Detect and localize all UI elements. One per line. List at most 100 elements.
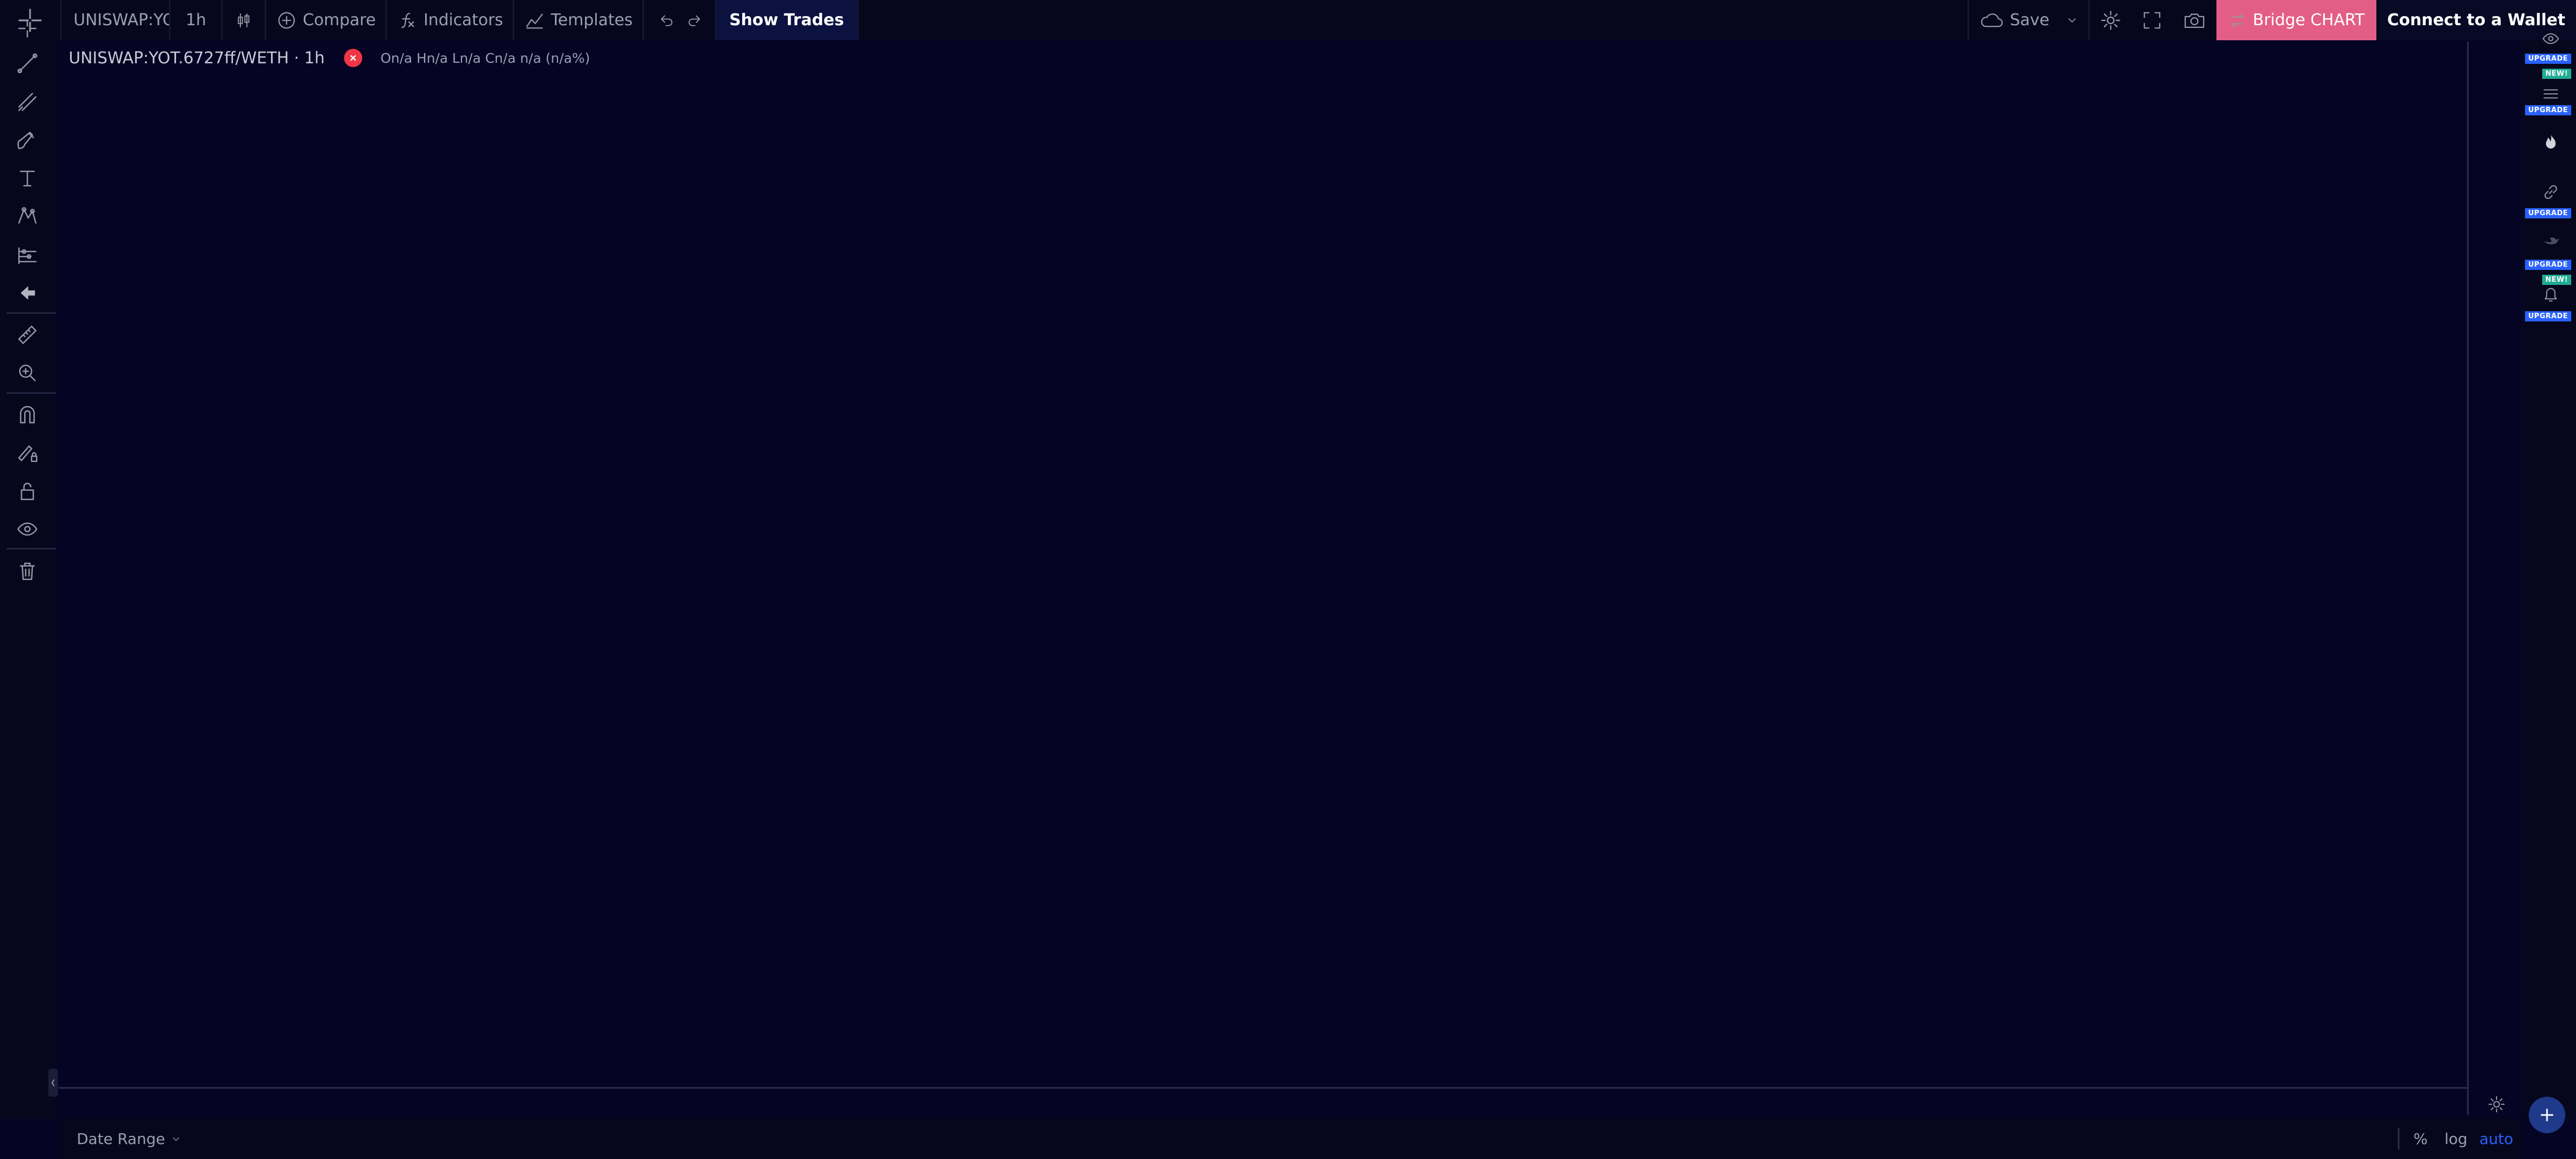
redo-icon — [689, 15, 700, 26]
upgrade-badge[interactable]: UPGRADE — [2525, 54, 2571, 64]
save-button[interactable]: Save — [1969, 0, 2088, 40]
watchlist-button[interactable] — [2541, 29, 2560, 48]
toolbar-divider — [6, 548, 56, 549]
axis-settings-button[interactable] — [2487, 1095, 2506, 1114]
trash-icon — [20, 562, 35, 580]
collapse-toolbar-button[interactable] — [48, 1069, 58, 1097]
magnet-icon — [20, 406, 35, 423]
crosshair-tool[interactable] — [12, 13, 43, 44]
top-toolbar: UNISWAP:YOT.6727ff/WETH 1h Compare Indic… — [0, 0, 2576, 40]
whale-icon — [2544, 237, 2560, 245]
eye-icon — [2542, 33, 2559, 45]
trending-button[interactable] — [2541, 132, 2560, 151]
fib-tool[interactable] — [12, 86, 43, 118]
interval-label: 1h — [186, 11, 207, 30]
close-icon — [350, 55, 356, 61]
auto-scale-button[interactable]: auto — [2479, 1130, 2513, 1148]
alert-icon — [2544, 288, 2557, 302]
magnet-tool[interactable] — [12, 399, 43, 430]
hide-drawings-tool[interactable] — [12, 514, 43, 545]
symbol-label: UNISWAP:YOT.6727ff/WETH — [74, 11, 169, 30]
remove-drawings-tool[interactable] — [12, 555, 43, 586]
link-icon — [2544, 185, 2557, 199]
upgrade-badge[interactable]: UPGRADE — [2525, 260, 2571, 270]
alerts-widget-button[interactable] — [2541, 284, 2560, 304]
lock-drawing-icon — [18, 445, 38, 462]
camera-icon — [2184, 13, 2205, 28]
remove-series-button[interactable] — [343, 49, 362, 67]
lock-icon — [20, 482, 34, 500]
wallet-label: Connect to a Wallet — [2387, 11, 2565, 30]
chevron-down-icon — [171, 1134, 181, 1145]
chevron-down-icon — [2066, 14, 2079, 27]
date-range-button[interactable]: Date Range — [77, 1130, 181, 1148]
templates-button[interactable]: Templates — [514, 0, 642, 40]
zoom-in-icon — [19, 364, 36, 382]
undo-button[interactable] — [644, 0, 680, 40]
trend-line-tool[interactable] — [12, 48, 43, 79]
function-icon — [401, 12, 414, 28]
fire-icon — [2546, 134, 2556, 149]
bridge-label: Bridge CHART — [2252, 11, 2365, 30]
save-label: Save — [2010, 11, 2050, 30]
symbol-search-button[interactable]: UNISWAP:YOT.6727ff/WETH — [62, 0, 169, 40]
brush-icon — [17, 131, 34, 149]
chart-pane[interactable] — [59, 42, 2522, 1088]
text-icon — [20, 171, 35, 187]
indicators-button[interactable]: Indicators — [387, 0, 513, 40]
pattern-icon — [18, 207, 36, 224]
upgrade-badge[interactable]: UPGRADE — [2525, 311, 2571, 321]
lock-drawings-tool[interactable] — [12, 437, 43, 468]
back-tool[interactable] — [12, 277, 43, 309]
measure-tool[interactable] — [12, 319, 43, 350]
bridge-chart-button[interactable]: Bridge CHART — [2216, 0, 2377, 40]
fullscreen-button[interactable] — [2132, 0, 2172, 40]
upgrade-badge[interactable]: UPGRADE — [2525, 105, 2571, 115]
undo-icon — [661, 15, 672, 26]
fullscreen-icon — [2143, 12, 2161, 28]
legend-ohlc-values: On/a Hn/a Ln/a Cn/a n/a (n/a%) — [380, 50, 590, 66]
settings-button[interactable] — [2090, 0, 2132, 40]
zoom-tool[interactable] — [12, 357, 43, 388]
gear-icon — [2101, 10, 2120, 30]
arrow-back-icon — [20, 286, 35, 300]
whale-widget-button[interactable] — [2541, 231, 2563, 252]
list-icon — [2543, 89, 2558, 99]
date-range-label: Date Range — [77, 1130, 165, 1148]
upgrade-badge[interactable]: UPGRADE — [2525, 208, 2571, 218]
prediction-tool[interactable] — [12, 239, 43, 270]
interval-button[interactable]: 1h — [171, 0, 221, 40]
text-tool[interactable] — [12, 163, 43, 194]
chevron-left-icon — [51, 1079, 55, 1087]
new-badge: NEW! — [2542, 275, 2572, 285]
trend-line-icon — [17, 53, 38, 74]
percent-scale-button[interactable]: % — [2413, 1130, 2428, 1148]
lock-tool[interactable] — [12, 475, 43, 507]
prediction-icon — [18, 247, 36, 264]
screenshot-button[interactable] — [2172, 0, 2216, 40]
pattern-tool[interactable] — [12, 201, 43, 232]
templates-icon — [526, 13, 543, 28]
redo-button[interactable] — [680, 0, 715, 40]
show-trades-button[interactable]: Show Trades — [716, 0, 857, 40]
brush-tool[interactable] — [12, 124, 43, 156]
eye-icon — [17, 522, 38, 536]
cloud-icon — [1981, 13, 2003, 27]
link-widget-button[interactable] — [2541, 182, 2560, 202]
toolbar-divider — [6, 392, 56, 394]
new-badge: NEW! — [2542, 69, 2572, 79]
right-widget-bar — [2522, 40, 2576, 1119]
ruler-icon — [18, 326, 36, 344]
drawing-toolbar — [0, 19, 56, 1119]
chart-style-button[interactable] — [223, 0, 265, 40]
compare-button[interactable]: Compare — [266, 0, 385, 40]
fib-tool-icon — [18, 93, 36, 111]
add-widget-button[interactable] — [2529, 1097, 2565, 1133]
toolbar-divider — [6, 312, 56, 314]
log-scale-button[interactable]: log — [2445, 1130, 2468, 1148]
legend-symbol: UNISWAP:YOT.6727ff/WETH · 1h — [69, 48, 325, 68]
plus-icon — [2541, 1109, 2553, 1121]
list-widget-button[interactable] — [2541, 86, 2560, 102]
bottom-toolbar — [59, 1119, 2522, 1159]
